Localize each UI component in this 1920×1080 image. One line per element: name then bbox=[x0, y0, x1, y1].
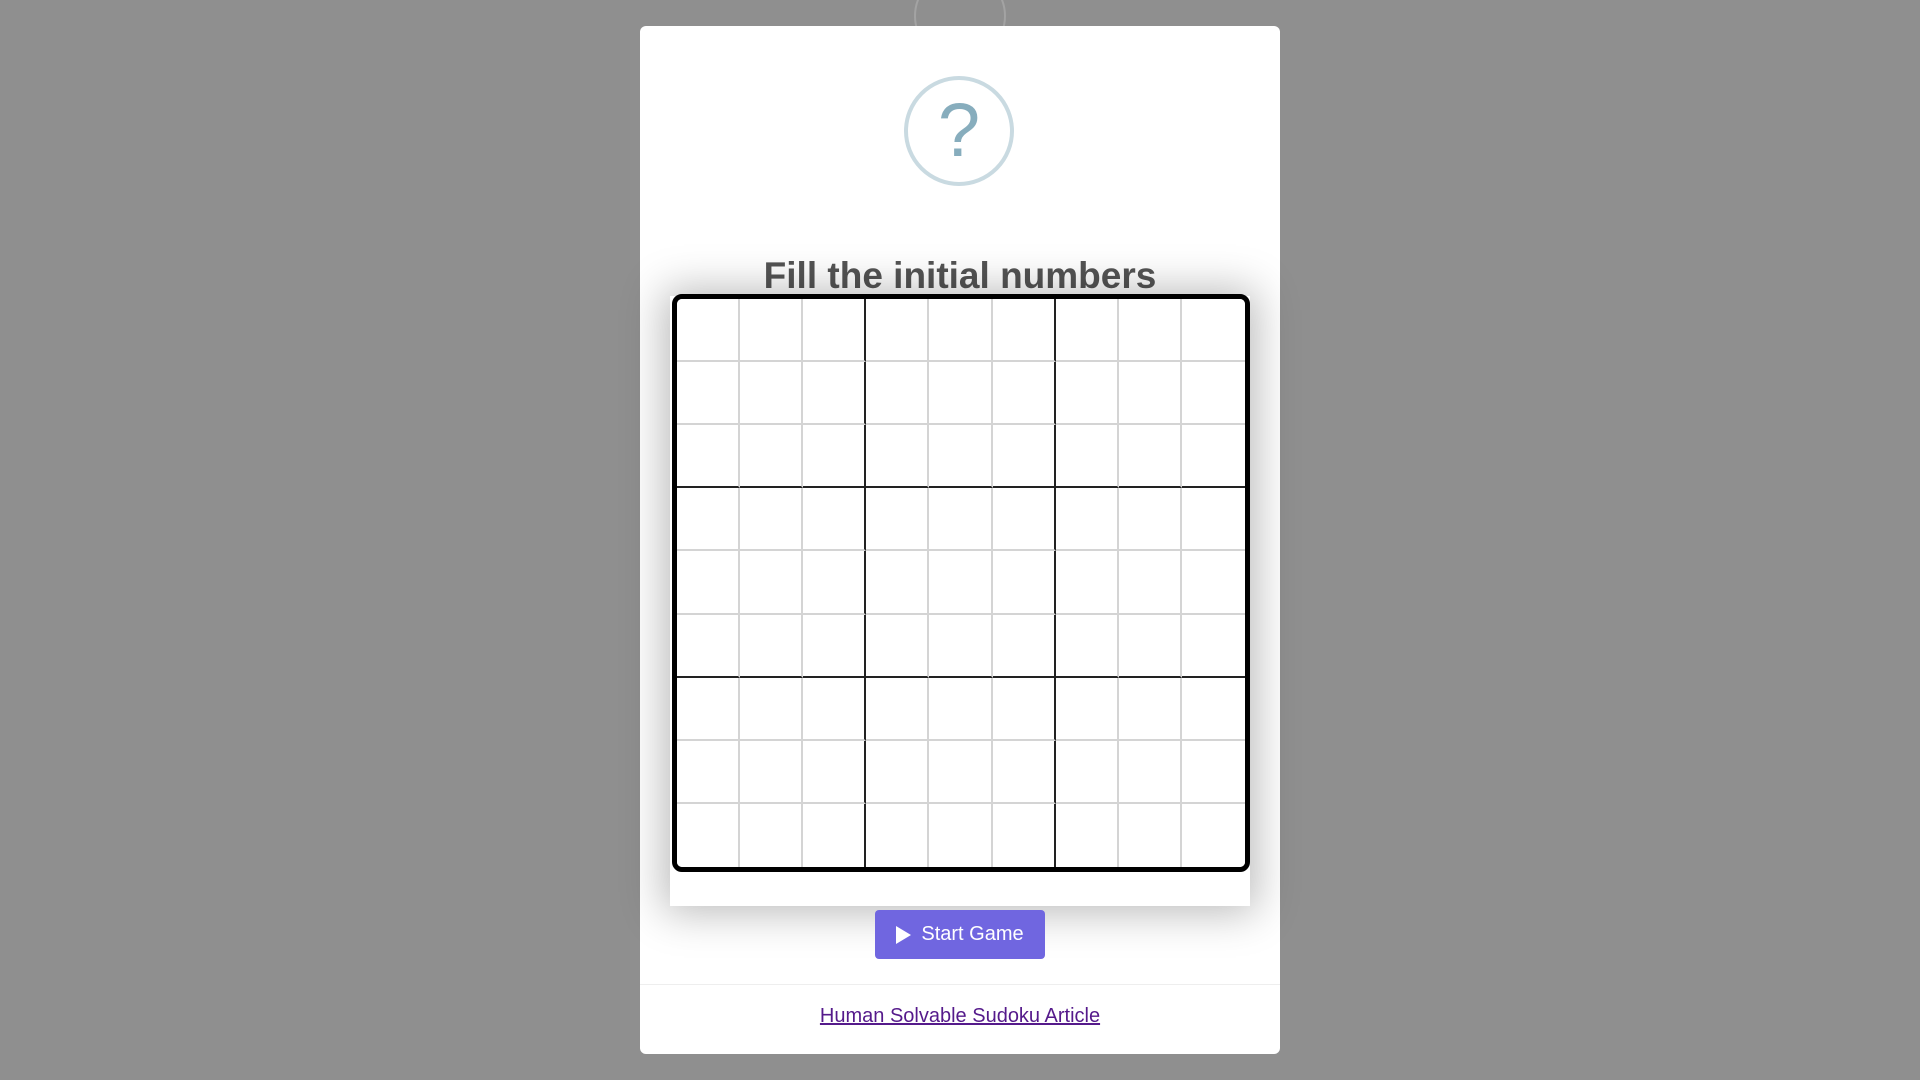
sudoku-cell[interactable] bbox=[992, 614, 1056, 678]
sudoku-cell[interactable] bbox=[740, 614, 804, 678]
sudoku-cell[interactable] bbox=[1181, 677, 1245, 741]
sudoku-cell[interactable] bbox=[1055, 551, 1119, 615]
sudoku-cell[interactable] bbox=[1181, 362, 1245, 426]
sudoku-cell[interactable] bbox=[1055, 425, 1119, 489]
sudoku-cell[interactable] bbox=[740, 551, 804, 615]
sudoku-cell[interactable] bbox=[929, 299, 993, 363]
dialog-actions: Start Game bbox=[640, 910, 1280, 959]
sudoku-cell[interactable] bbox=[677, 488, 741, 552]
sudoku-cell[interactable] bbox=[992, 740, 1056, 804]
sudoku-cell[interactable] bbox=[677, 677, 741, 741]
sudoku-cell[interactable] bbox=[1118, 425, 1182, 489]
sudoku-cell[interactable] bbox=[677, 740, 741, 804]
sudoku-board bbox=[672, 294, 1250, 872]
sudoku-cell[interactable] bbox=[929, 362, 993, 426]
sudoku-cell[interactable] bbox=[677, 299, 741, 363]
sudoku-cell[interactable] bbox=[740, 740, 804, 804]
sudoku-cell[interactable] bbox=[803, 677, 867, 741]
sudoku-cell[interactable] bbox=[992, 299, 1056, 363]
question-icon-glyph: ? bbox=[937, 88, 981, 173]
sudoku-cell[interactable] bbox=[803, 299, 867, 363]
sudoku-cell[interactable] bbox=[740, 362, 804, 426]
sudoku-cell[interactable] bbox=[803, 362, 867, 426]
sudoku-cell[interactable] bbox=[1181, 425, 1245, 489]
sudoku-cell[interactable] bbox=[740, 803, 804, 867]
sudoku-cell[interactable] bbox=[929, 488, 993, 552]
sudoku-cell[interactable] bbox=[929, 614, 993, 678]
dialog-footer: Human Solvable Sudoku Article bbox=[640, 984, 1280, 1054]
sudoku-cell[interactable] bbox=[677, 803, 741, 867]
sudoku-cell[interactable] bbox=[677, 425, 741, 489]
sudoku-cell[interactable] bbox=[992, 488, 1056, 552]
sudoku-cell[interactable] bbox=[740, 488, 804, 552]
sudoku-cell[interactable] bbox=[677, 362, 741, 426]
sudoku-cell[interactable] bbox=[1181, 551, 1245, 615]
sudoku-cell[interactable] bbox=[866, 551, 930, 615]
sudoku-cell[interactable] bbox=[866, 299, 930, 363]
sudoku-cell[interactable] bbox=[866, 803, 930, 867]
sudoku-cell[interactable] bbox=[740, 677, 804, 741]
question-icon: ? bbox=[904, 76, 1014, 186]
sudoku-cell[interactable] bbox=[929, 551, 993, 615]
sudoku-cell[interactable] bbox=[1118, 551, 1182, 615]
sudoku-cell[interactable] bbox=[866, 425, 930, 489]
sudoku-cell[interactable] bbox=[1055, 803, 1119, 867]
sudoku-cell[interactable] bbox=[992, 551, 1056, 615]
sudoku-cell[interactable] bbox=[1181, 803, 1245, 867]
sudoku-cell[interactable] bbox=[803, 803, 867, 867]
sudoku-cell[interactable] bbox=[803, 551, 867, 615]
sudoku-cell[interactable] bbox=[929, 803, 993, 867]
sudoku-cell[interactable] bbox=[1055, 677, 1119, 741]
sudoku-cell[interactable] bbox=[1055, 614, 1119, 678]
sudoku-cell[interactable] bbox=[1055, 740, 1119, 804]
sudoku-cell[interactable] bbox=[992, 362, 1056, 426]
sudoku-cell[interactable] bbox=[929, 740, 993, 804]
sudoku-cell[interactable] bbox=[803, 425, 867, 489]
sudoku-cell[interactable] bbox=[866, 614, 930, 678]
sudoku-cell[interactable] bbox=[866, 488, 930, 552]
sudoku-cell[interactable] bbox=[1055, 488, 1119, 552]
start-game-label: Start Game bbox=[921, 923, 1024, 945]
sudoku-cell[interactable] bbox=[929, 677, 993, 741]
sudoku-cell[interactable] bbox=[1118, 677, 1182, 741]
sudoku-cell[interactable] bbox=[1055, 362, 1119, 426]
sudoku-cell[interactable] bbox=[992, 677, 1056, 741]
sudoku-cell[interactable] bbox=[1181, 299, 1245, 363]
sudoku-cell[interactable] bbox=[740, 425, 804, 489]
sudoku-cell[interactable] bbox=[803, 740, 867, 804]
sudoku-cell[interactable] bbox=[992, 803, 1056, 867]
sudoku-cell[interactable] bbox=[992, 425, 1056, 489]
sudoku-cell[interactable] bbox=[803, 488, 867, 552]
sudoku-cell[interactable] bbox=[1118, 488, 1182, 552]
sudoku-cell[interactable] bbox=[1118, 299, 1182, 363]
sudoku-cell[interactable] bbox=[803, 614, 867, 678]
start-game-button[interactable]: Start Game bbox=[875, 910, 1045, 959]
sudoku-cell[interactable] bbox=[866, 362, 930, 426]
sudoku-cell[interactable] bbox=[1181, 488, 1245, 552]
sudoku-cell[interactable] bbox=[866, 677, 930, 741]
modal-dialog: ? Fill the initial numbers Start Game Hu… bbox=[640, 26, 1280, 1054]
sudoku-cell[interactable] bbox=[1118, 803, 1182, 867]
sudoku-cell[interactable] bbox=[1118, 362, 1182, 426]
play-icon bbox=[896, 925, 912, 944]
sudoku-cell[interactable] bbox=[677, 614, 741, 678]
sudoku-cell[interactable] bbox=[1118, 740, 1182, 804]
sudoku-cell[interactable] bbox=[1181, 740, 1245, 804]
sudoku-cell[interactable] bbox=[1055, 299, 1119, 363]
sudoku-cell[interactable] bbox=[740, 299, 804, 363]
sudoku-cell[interactable] bbox=[677, 551, 741, 615]
sudoku-cell[interactable] bbox=[1181, 614, 1245, 678]
sudoku-cell[interactable] bbox=[866, 740, 930, 804]
sudoku-cell[interactable] bbox=[1118, 614, 1182, 678]
sudoku-cell[interactable] bbox=[929, 425, 993, 489]
sudoku-article-link[interactable]: Human Solvable Sudoku Article bbox=[820, 1005, 1100, 1027]
